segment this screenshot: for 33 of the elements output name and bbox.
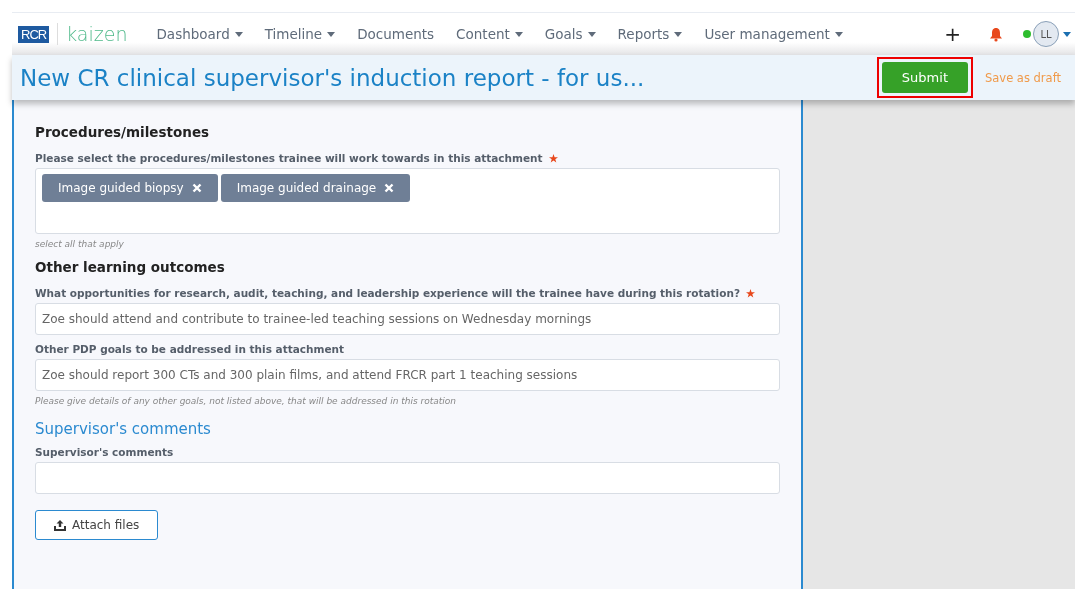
help-text: Please give details of any other goals, not listed above, that will be addressed in this rotation (35, 396, 457, 406)
close-icon[interactable] (384, 183, 395, 193)
notification-bell-icon[interactable] (989, 26, 1003, 42)
section-heading: Procedures/milestones (35, 124, 211, 140)
selected-tag[interactable]: Image guided drainage (220, 174, 411, 202)
field-label: What opportunities for research, audit, teaching, and leadership experience will the trainee have during this rotation? (35, 287, 740, 299)
nav-menu-item[interactable]: Goals (533, 26, 607, 42)
nav-menu-item[interactable]: Dashboard (145, 26, 254, 42)
text-field[interactable]: Zoe should attend and contribute to trainee-led teaching sessions on Wednesday mornings (35, 303, 780, 335)
field-label: Supervisor's comments (35, 446, 174, 458)
selected-tag[interactable]: Image guided biopsy (42, 174, 218, 202)
field-label: Other PDP goals to be addressed in this attachment (35, 343, 345, 355)
section-heading: Supervisor's comments (35, 420, 212, 438)
add-button[interactable]: + (932, 22, 973, 46)
user-avatar[interactable]: LL (1033, 21, 1059, 47)
nav-menu-item[interactable]: Content (445, 26, 534, 42)
nav-menu-item[interactable]: User management (693, 26, 854, 42)
logo[interactable]: RCR (18, 25, 50, 43)
field-label: Please select the procedures/milestones trainee will work towards in this attachment (35, 152, 543, 164)
nav-menu-item[interactable]: Documents (346, 26, 446, 42)
text-field[interactable] (35, 462, 780, 494)
close-icon[interactable] (191, 183, 202, 193)
text-field[interactable]: Zoe should report 300 CTs and 300 plain films, and attend FRCR part 1 teaching sessions (35, 359, 780, 391)
multi-select-field[interactable]: Image guided biopsy Image guided drainage (35, 168, 780, 234)
attach-files-button[interactable]: Attach files (35, 510, 159, 540)
section-heading: Other learning outcomes (35, 259, 226, 275)
page-title: New CR clinical supervisor's induction report - for us... (20, 64, 646, 91)
nav-menu-item[interactable]: Reports (606, 26, 694, 42)
caret-icon[interactable] (1063, 31, 1071, 37)
submit-button[interactable]: Submit (881, 62, 968, 93)
nav-menu-item[interactable]: Timeline (253, 26, 347, 42)
upload-icon (54, 519, 66, 531)
help-text: select all that apply (35, 239, 125, 249)
